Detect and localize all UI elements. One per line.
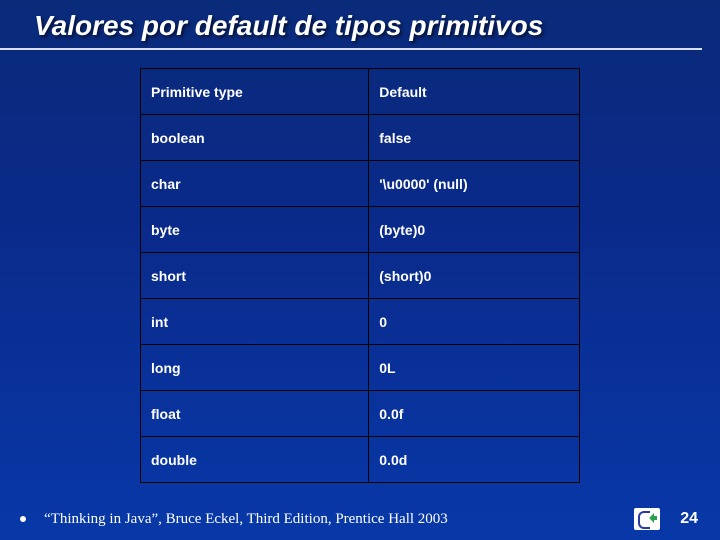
- bullet-icon: [20, 516, 26, 522]
- page-number: 24: [680, 510, 698, 528]
- table-row: boolean false: [141, 115, 580, 161]
- cell-type: char: [141, 161, 369, 207]
- cell-default: 0L: [369, 345, 580, 391]
- table-row: double 0.0d: [141, 437, 580, 483]
- table-header-row: Primitive type Default: [141, 69, 580, 115]
- table-row: byte (byte)0: [141, 207, 580, 253]
- cell-default: '\u0000' (null): [369, 161, 580, 207]
- cell-default: 0: [369, 299, 580, 345]
- table-row: int 0: [141, 299, 580, 345]
- logo-icon: [634, 508, 660, 530]
- defaults-table-wrap: Primitive type Default boolean false cha…: [140, 68, 580, 483]
- defaults-table: Primitive type Default boolean false cha…: [140, 68, 580, 483]
- cell-default: (byte)0: [369, 207, 580, 253]
- cell-type: long: [141, 345, 369, 391]
- slide-footer: “Thinking in Java”, Bruce Eckel, Third E…: [0, 508, 720, 530]
- cell-default: 0.0f: [369, 391, 580, 437]
- cell-type: boolean: [141, 115, 369, 161]
- table-row: float 0.0f: [141, 391, 580, 437]
- cell-type: byte: [141, 207, 369, 253]
- cell-type: short: [141, 253, 369, 299]
- header-default: Default: [369, 69, 580, 115]
- cell-type: float: [141, 391, 369, 437]
- header-primitive-type: Primitive type: [141, 69, 369, 115]
- slide-title: Valores por default de tipos primitivos: [0, 0, 702, 50]
- cell-type: double: [141, 437, 369, 483]
- citation-text: “Thinking in Java”, Bruce Eckel, Third E…: [44, 511, 634, 528]
- cell-default: 0.0d: [369, 437, 580, 483]
- cell-default: false: [369, 115, 580, 161]
- cell-default: (short)0: [369, 253, 580, 299]
- table-row: long 0L: [141, 345, 580, 391]
- cell-type: int: [141, 299, 369, 345]
- table-row: char '\u0000' (null): [141, 161, 580, 207]
- table-row: short (short)0: [141, 253, 580, 299]
